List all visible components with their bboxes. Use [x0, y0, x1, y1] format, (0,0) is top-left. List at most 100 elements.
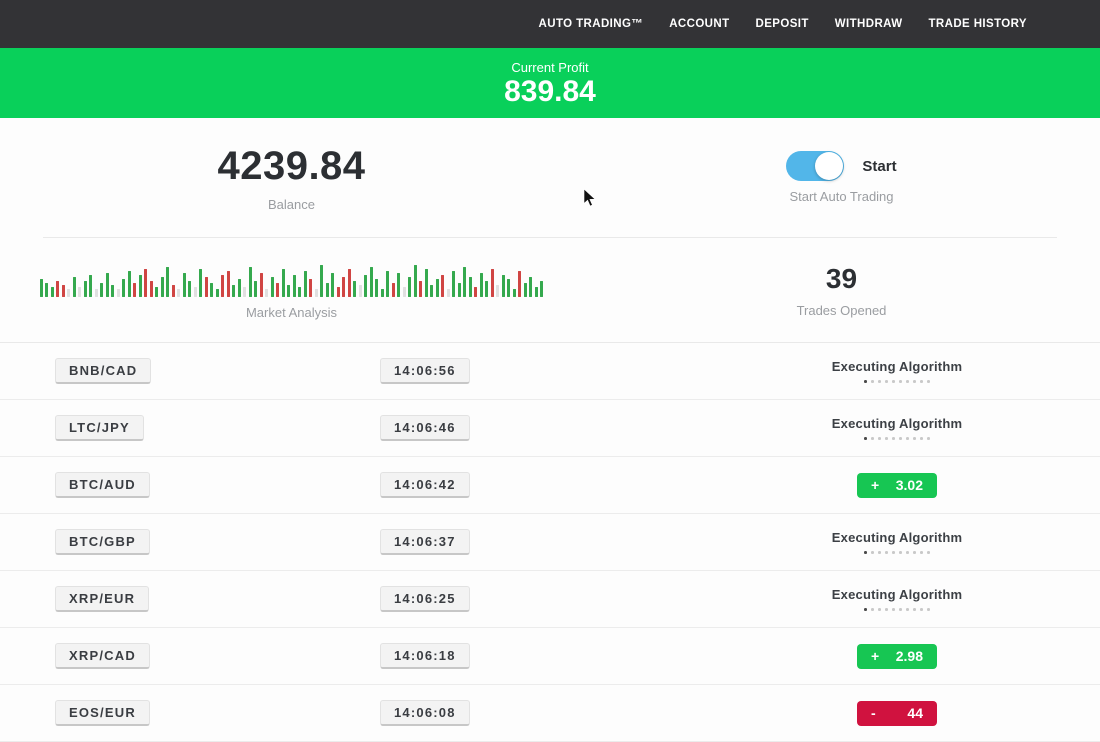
market-bar: [414, 265, 417, 297]
market-bar: [348, 269, 351, 297]
trade-status: +2.98: [694, 644, 1100, 669]
nav-item-auto-trading[interactable]: AUTO TRADING™: [539, 18, 644, 30]
balance-value: 4239.84: [217, 144, 365, 189]
market-bar: [430, 285, 433, 297]
progress-dot: [920, 551, 923, 554]
market-bar: [133, 283, 136, 297]
market-bar: [161, 277, 164, 297]
market-bar: [392, 283, 395, 297]
progress-dot: [927, 437, 930, 440]
market-bar: [238, 279, 241, 297]
market-bar: [502, 275, 505, 297]
market-bar: [458, 283, 461, 297]
progress-dot: [906, 608, 909, 611]
trades-list: BNB/CAD 14:06:56 Executing Algorithm LTC…: [0, 343, 1100, 742]
market-bar: [139, 275, 142, 297]
pair-badge: BNB/CAD: [55, 358, 151, 384]
result-value: 44: [907, 705, 923, 721]
progress-dot: [899, 380, 902, 383]
progress-dot: [878, 380, 881, 383]
progress-dot: [899, 551, 902, 554]
market-bar: [51, 287, 54, 297]
pair-badge: LTC/JPY: [55, 415, 144, 441]
market-bar: [474, 287, 477, 297]
market-bar: [150, 281, 153, 297]
market-bar: [447, 289, 450, 297]
market-bar: [298, 287, 301, 297]
progress-dot: [906, 437, 909, 440]
progress-dot: [892, 551, 895, 554]
trades-opened-value: 39: [826, 263, 857, 295]
progress-dot: [899, 437, 902, 440]
progress-dot: [871, 551, 874, 554]
current-profit-value: 839.84: [504, 75, 596, 108]
nav-item-trade-history[interactable]: TRADE HISTORY: [929, 18, 1028, 30]
progress-dot: [864, 380, 867, 383]
nav-item-account[interactable]: ACCOUNT: [669, 18, 729, 30]
market-bar: [524, 283, 527, 297]
trade-status: Executing Algorithm: [694, 587, 1100, 611]
market-bar: [232, 285, 235, 297]
toggle-start-label: Start: [862, 158, 896, 175]
market-bar: [111, 285, 114, 297]
market-bar: [45, 283, 48, 297]
executing-algorithm-label: Executing Algorithm: [832, 530, 962, 545]
market-bar: [62, 285, 65, 297]
auto-trading-toggle[interactable]: [786, 151, 844, 181]
market-bar: [100, 283, 103, 297]
progress-dot: [899, 608, 902, 611]
market-bar: [480, 273, 483, 297]
progress-dot: [906, 551, 909, 554]
market-bar: [199, 269, 202, 297]
market-bar: [155, 287, 158, 297]
market-bar: [359, 285, 362, 297]
result-sign: -: [871, 705, 876, 721]
progress-dot: [878, 551, 881, 554]
progress-dot: [920, 608, 923, 611]
progress-dots: [864, 437, 930, 440]
progress-dots: [864, 380, 930, 383]
market-bar: [249, 267, 252, 297]
market-bar: [40, 279, 43, 297]
trade-row: XRP/EUR 14:06:25 Executing Algorithm: [0, 571, 1100, 628]
market-bar: [172, 285, 175, 297]
market-bar: [56, 281, 59, 297]
result-value: 2.98: [896, 648, 923, 664]
market-bar: [463, 267, 466, 297]
market-bar: [425, 269, 428, 297]
progress-dot: [885, 437, 888, 440]
market-bar: [452, 271, 455, 297]
market-bar: [337, 287, 340, 297]
market-bar: [276, 283, 279, 297]
market-bar: [491, 269, 494, 297]
progress-dot: [864, 551, 867, 554]
market-bar: [309, 279, 312, 297]
pair-badge: XRP/CAD: [55, 643, 150, 669]
time-badge: 14:06:37: [380, 529, 470, 555]
progress-dot: [920, 380, 923, 383]
market-bar: [353, 281, 356, 297]
market-bar: [260, 273, 263, 297]
trade-row: BTC/AUD 14:06:42 +3.02: [0, 457, 1100, 514]
progress-dot: [892, 437, 895, 440]
progress-dots: [864, 551, 930, 554]
progress-dot: [871, 380, 874, 383]
market-bar: [535, 287, 538, 297]
result-sign: +: [871, 477, 879, 493]
time-badge: 14:06:18: [380, 643, 470, 669]
market-bar: [166, 267, 169, 297]
market-bar: [216, 289, 219, 297]
market-bar: [375, 279, 378, 297]
progress-dot: [871, 437, 874, 440]
market-bar: [265, 289, 268, 297]
nav-item-deposit[interactable]: DEPOSIT: [756, 18, 809, 30]
nav-item-withdraw[interactable]: WITHDRAW: [835, 18, 903, 30]
progress-dot: [920, 437, 923, 440]
market-bar: [342, 277, 345, 297]
trade-row: EOS/EUR 14:06:08 -44: [0, 685, 1100, 742]
market-bar: [210, 283, 213, 297]
market-bar: [381, 289, 384, 297]
current-profit-banner: Current Profit 839.84: [0, 48, 1100, 118]
time-badge: 14:06:08: [380, 700, 470, 726]
market-bar: [188, 281, 191, 297]
